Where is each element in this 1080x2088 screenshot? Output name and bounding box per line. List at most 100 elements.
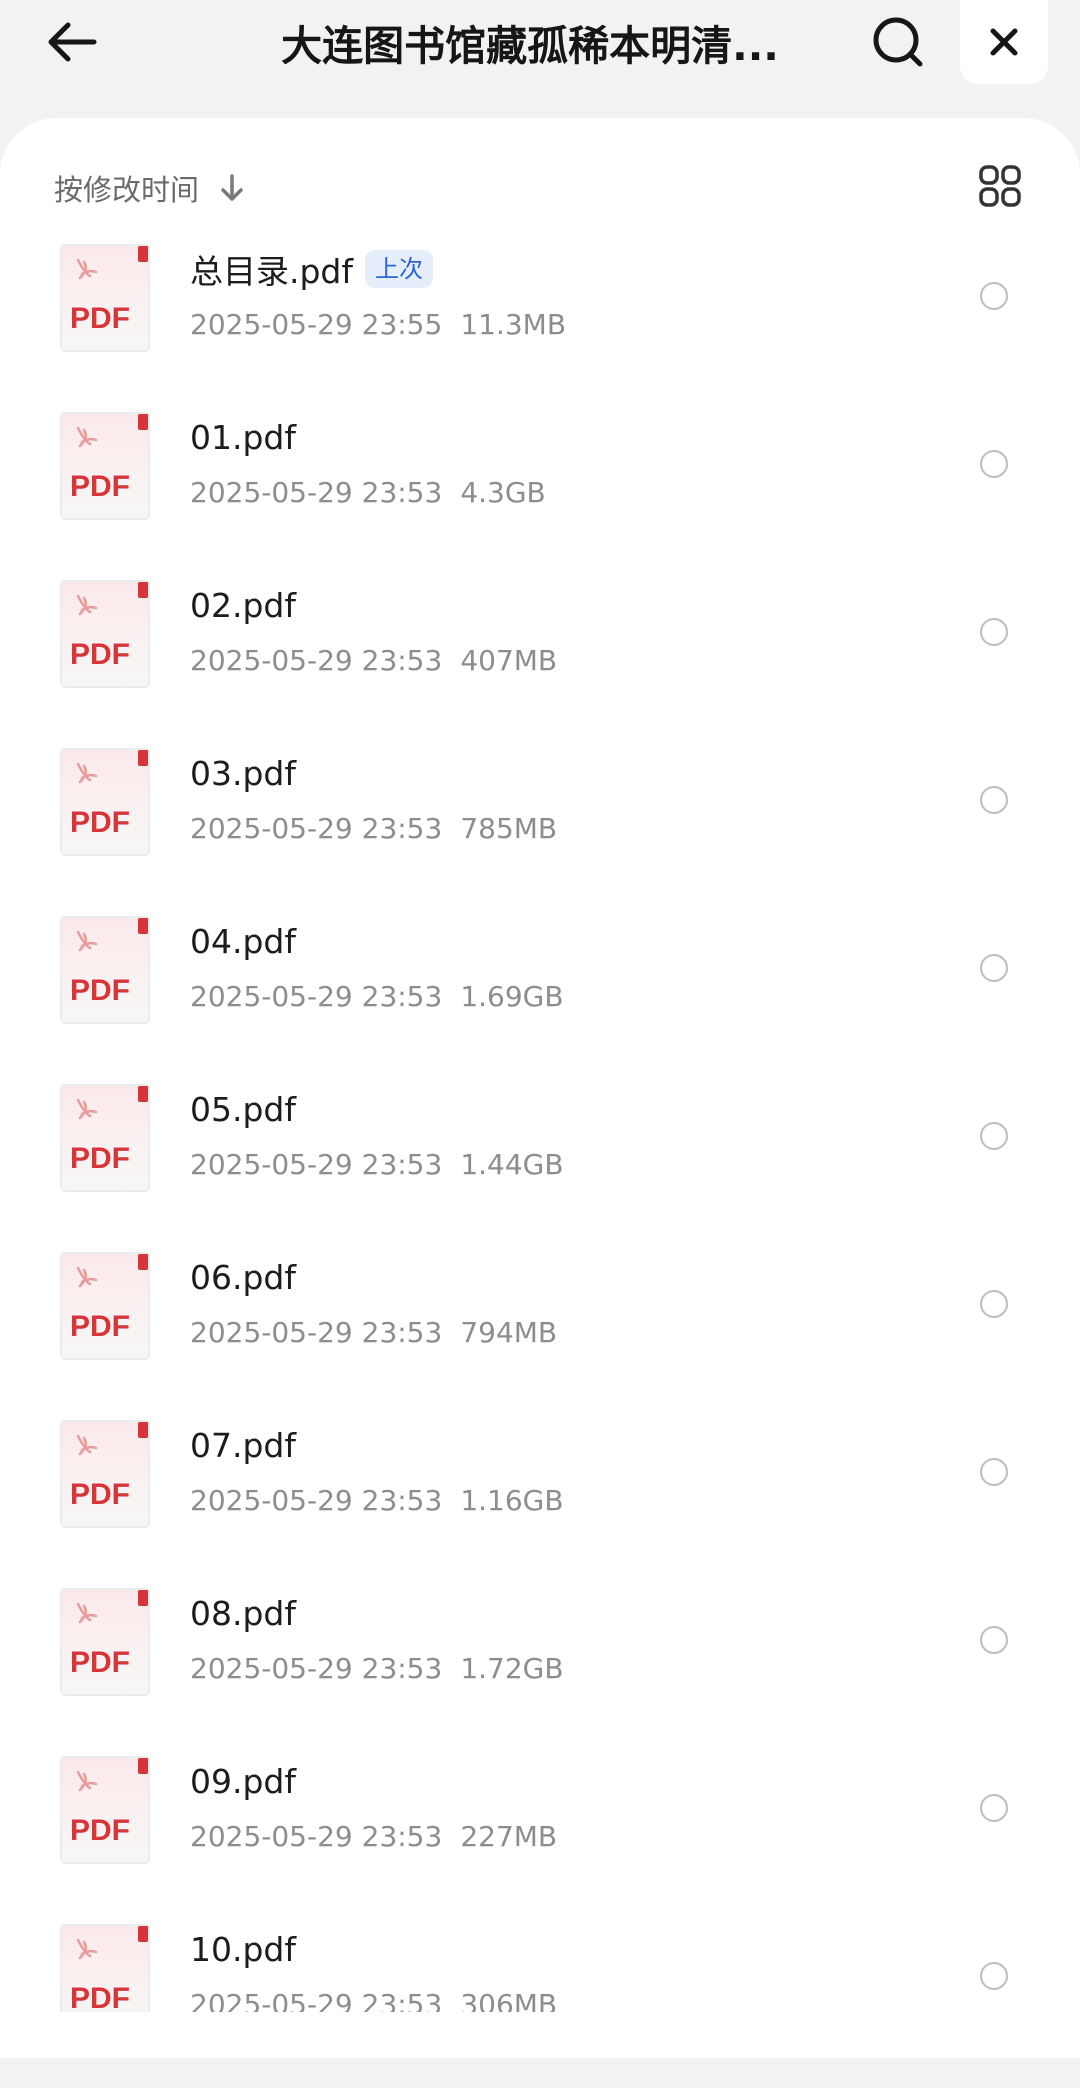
file-date: 2025-05-29 23:53 <box>190 1315 443 1349</box>
file-row[interactable]: PDF 01.pdf 2025-05-29 23:53 4.3GB <box>0 408 1080 576</box>
close-button[interactable] <box>960 0 1048 84</box>
select-radio[interactable] <box>980 1626 1008 1654</box>
select-radio[interactable] <box>980 1794 1008 1822</box>
file-size: 11.3MB <box>460 307 567 341</box>
file-meta: 2025-05-29 23:53 785MB <box>190 808 557 848</box>
file-size: 1.72GB <box>460 1651 564 1685</box>
select-radio[interactable] <box>980 282 1008 310</box>
pdf-file-icon: PDF <box>60 748 150 856</box>
select-radio[interactable] <box>980 1290 1008 1318</box>
pdf-icon-label: PDF <box>70 1310 130 1343</box>
top-bar: 大连图书馆藏孤稀本明清... <box>0 0 1080 112</box>
file-size: 407MB <box>460 643 558 677</box>
file-name: 07.pdf <box>190 1425 296 1465</box>
file-name: 09.pdf <box>190 1761 296 1801</box>
grid-view-icon <box>979 165 1021 207</box>
select-radio[interactable] <box>980 450 1008 478</box>
file-name-line: 04.pdf <box>190 918 296 964</box>
file-row[interactable]: PDF 07.pdf 2025-05-29 23:53 1.16GB <box>0 1416 1080 1584</box>
file-name-line: 10.pdf <box>190 1926 296 1972</box>
file-date: 2025-05-29 23:53 <box>190 1651 443 1685</box>
file-row[interactable]: PDF 04.pdf 2025-05-29 23:53 1.69GB <box>0 912 1080 1080</box>
file-meta: 2025-05-29 23:53 1.72GB <box>190 1648 564 1688</box>
file-name: 04.pdf <box>190 921 296 961</box>
select-radio[interactable] <box>980 1962 1008 1990</box>
file-name-line: 总目录.pdf 上次 <box>190 246 434 292</box>
sort-label: 按修改时间 <box>54 173 200 207</box>
file-meta: 2025-05-29 23:53 1.44GB <box>190 1144 564 1184</box>
sort-control[interactable]: 按修改时间 <box>54 158 245 218</box>
pdf-file-icon: PDF <box>60 1588 150 1696</box>
file-meta: 2025-05-29 23:53 407MB <box>190 640 557 680</box>
page-title: 大连图书馆藏孤稀本明清... <box>281 22 779 70</box>
file-date: 2025-05-29 23:53 <box>190 643 443 677</box>
pdf-icon-label: PDF <box>70 302 130 335</box>
file-meta: 2025-05-29 23:53 4.3GB <box>190 472 546 512</box>
file-name-line: 07.pdf <box>190 1422 296 1468</box>
file-date: 2025-05-29 23:53 <box>190 475 443 509</box>
file-row[interactable]: PDF 10.pdf 2025-05-29 23:53 306MB <box>0 1920 1080 2088</box>
search-icon <box>873 17 923 67</box>
file-row[interactable]: PDF 08.pdf 2025-05-29 23:53 1.72GB <box>0 1584 1080 1752</box>
back-button[interactable] <box>42 12 102 72</box>
file-row[interactable]: PDF 06.pdf 2025-05-29 23:53 794MB <box>0 1248 1080 1416</box>
pdf-file-icon: PDF <box>60 244 150 352</box>
file-date: 2025-05-29 23:53 <box>190 1483 443 1517</box>
pdf-file-icon: PDF <box>60 412 150 520</box>
search-button[interactable] <box>866 10 930 74</box>
select-radio[interactable] <box>980 618 1008 646</box>
file-size: 1.44GB <box>460 1147 564 1181</box>
file-meta: 2025-05-29 23:55 11.3MB <box>190 304 566 344</box>
file-date: 2025-05-29 23:53 <box>190 1147 443 1181</box>
file-row[interactable]: PDF 总目录.pdf 上次 2025-05-29 23:55 11.3MB <box>0 240 1080 408</box>
file-name: 02.pdf <box>190 585 296 625</box>
file-row[interactable]: PDF 09.pdf 2025-05-29 23:53 227MB <box>0 1752 1080 1920</box>
close-icon <box>990 28 1018 56</box>
file-name-line: 02.pdf <box>190 582 296 628</box>
file-name-line: 09.pdf <box>190 1758 296 1804</box>
arrow-left-icon <box>48 22 97 62</box>
file-size: 785MB <box>460 811 558 845</box>
file-name: 06.pdf <box>190 1257 296 1297</box>
file-name: 05.pdf <box>190 1089 296 1129</box>
pdf-icon-label: PDF <box>70 1142 130 1175</box>
file-name-line: 01.pdf <box>190 414 296 460</box>
pdf-icon-label: PDF <box>70 470 130 503</box>
select-radio[interactable] <box>980 1458 1008 1486</box>
file-meta: 2025-05-29 23:53 227MB <box>190 1816 557 1856</box>
select-radio[interactable] <box>980 954 1008 982</box>
select-radio[interactable] <box>980 1122 1008 1150</box>
pdf-icon-label: PDF <box>70 1814 130 1847</box>
file-name: 08.pdf <box>190 1593 296 1633</box>
file-name-line: 05.pdf <box>190 1086 296 1132</box>
file-meta: 2025-05-29 23:53 1.16GB <box>190 1480 564 1520</box>
bottom-edge <box>0 2012 1080 2039</box>
file-name-line: 06.pdf <box>190 1254 296 1300</box>
pdf-icon-label: PDF <box>70 638 130 671</box>
pdf-icon-label: PDF <box>70 1982 130 2015</box>
file-size: 4.3GB <box>460 475 546 509</box>
pdf-file-icon: PDF <box>60 1252 150 1360</box>
file-size: 227MB <box>460 1819 558 1853</box>
pdf-file-icon: PDF <box>60 1756 150 1864</box>
file-name: 01.pdf <box>190 417 296 457</box>
pdf-icon-label: PDF <box>70 974 130 1007</box>
file-meta: 2025-05-29 23:53 794MB <box>190 1312 557 1352</box>
pdf-file-icon: PDF <box>60 1420 150 1528</box>
pdf-icon-label: PDF <box>70 1478 130 1511</box>
file-date: 2025-05-29 23:53 <box>190 811 443 845</box>
pdf-file-icon: PDF <box>60 580 150 688</box>
last-opened-badge: 上次 <box>365 250 434 288</box>
file-row[interactable]: PDF 05.pdf 2025-05-29 23:53 1.44GB <box>0 1080 1080 1248</box>
file-size: 794MB <box>460 1315 558 1349</box>
select-radio[interactable] <box>980 786 1008 814</box>
pdf-file-icon: PDF <box>60 1084 150 1192</box>
file-row[interactable]: PDF 03.pdf 2025-05-29 23:53 785MB <box>0 744 1080 912</box>
file-name: 03.pdf <box>190 753 296 793</box>
file-size: 1.16GB <box>460 1483 564 1517</box>
grid-view-button[interactable] <box>972 156 1028 216</box>
file-date: 2025-05-29 23:53 <box>190 1819 443 1853</box>
file-row[interactable]: PDF 02.pdf 2025-05-29 23:53 407MB <box>0 576 1080 744</box>
arrow-down-icon <box>219 173 245 203</box>
file-size: 1.69GB <box>460 979 564 1013</box>
